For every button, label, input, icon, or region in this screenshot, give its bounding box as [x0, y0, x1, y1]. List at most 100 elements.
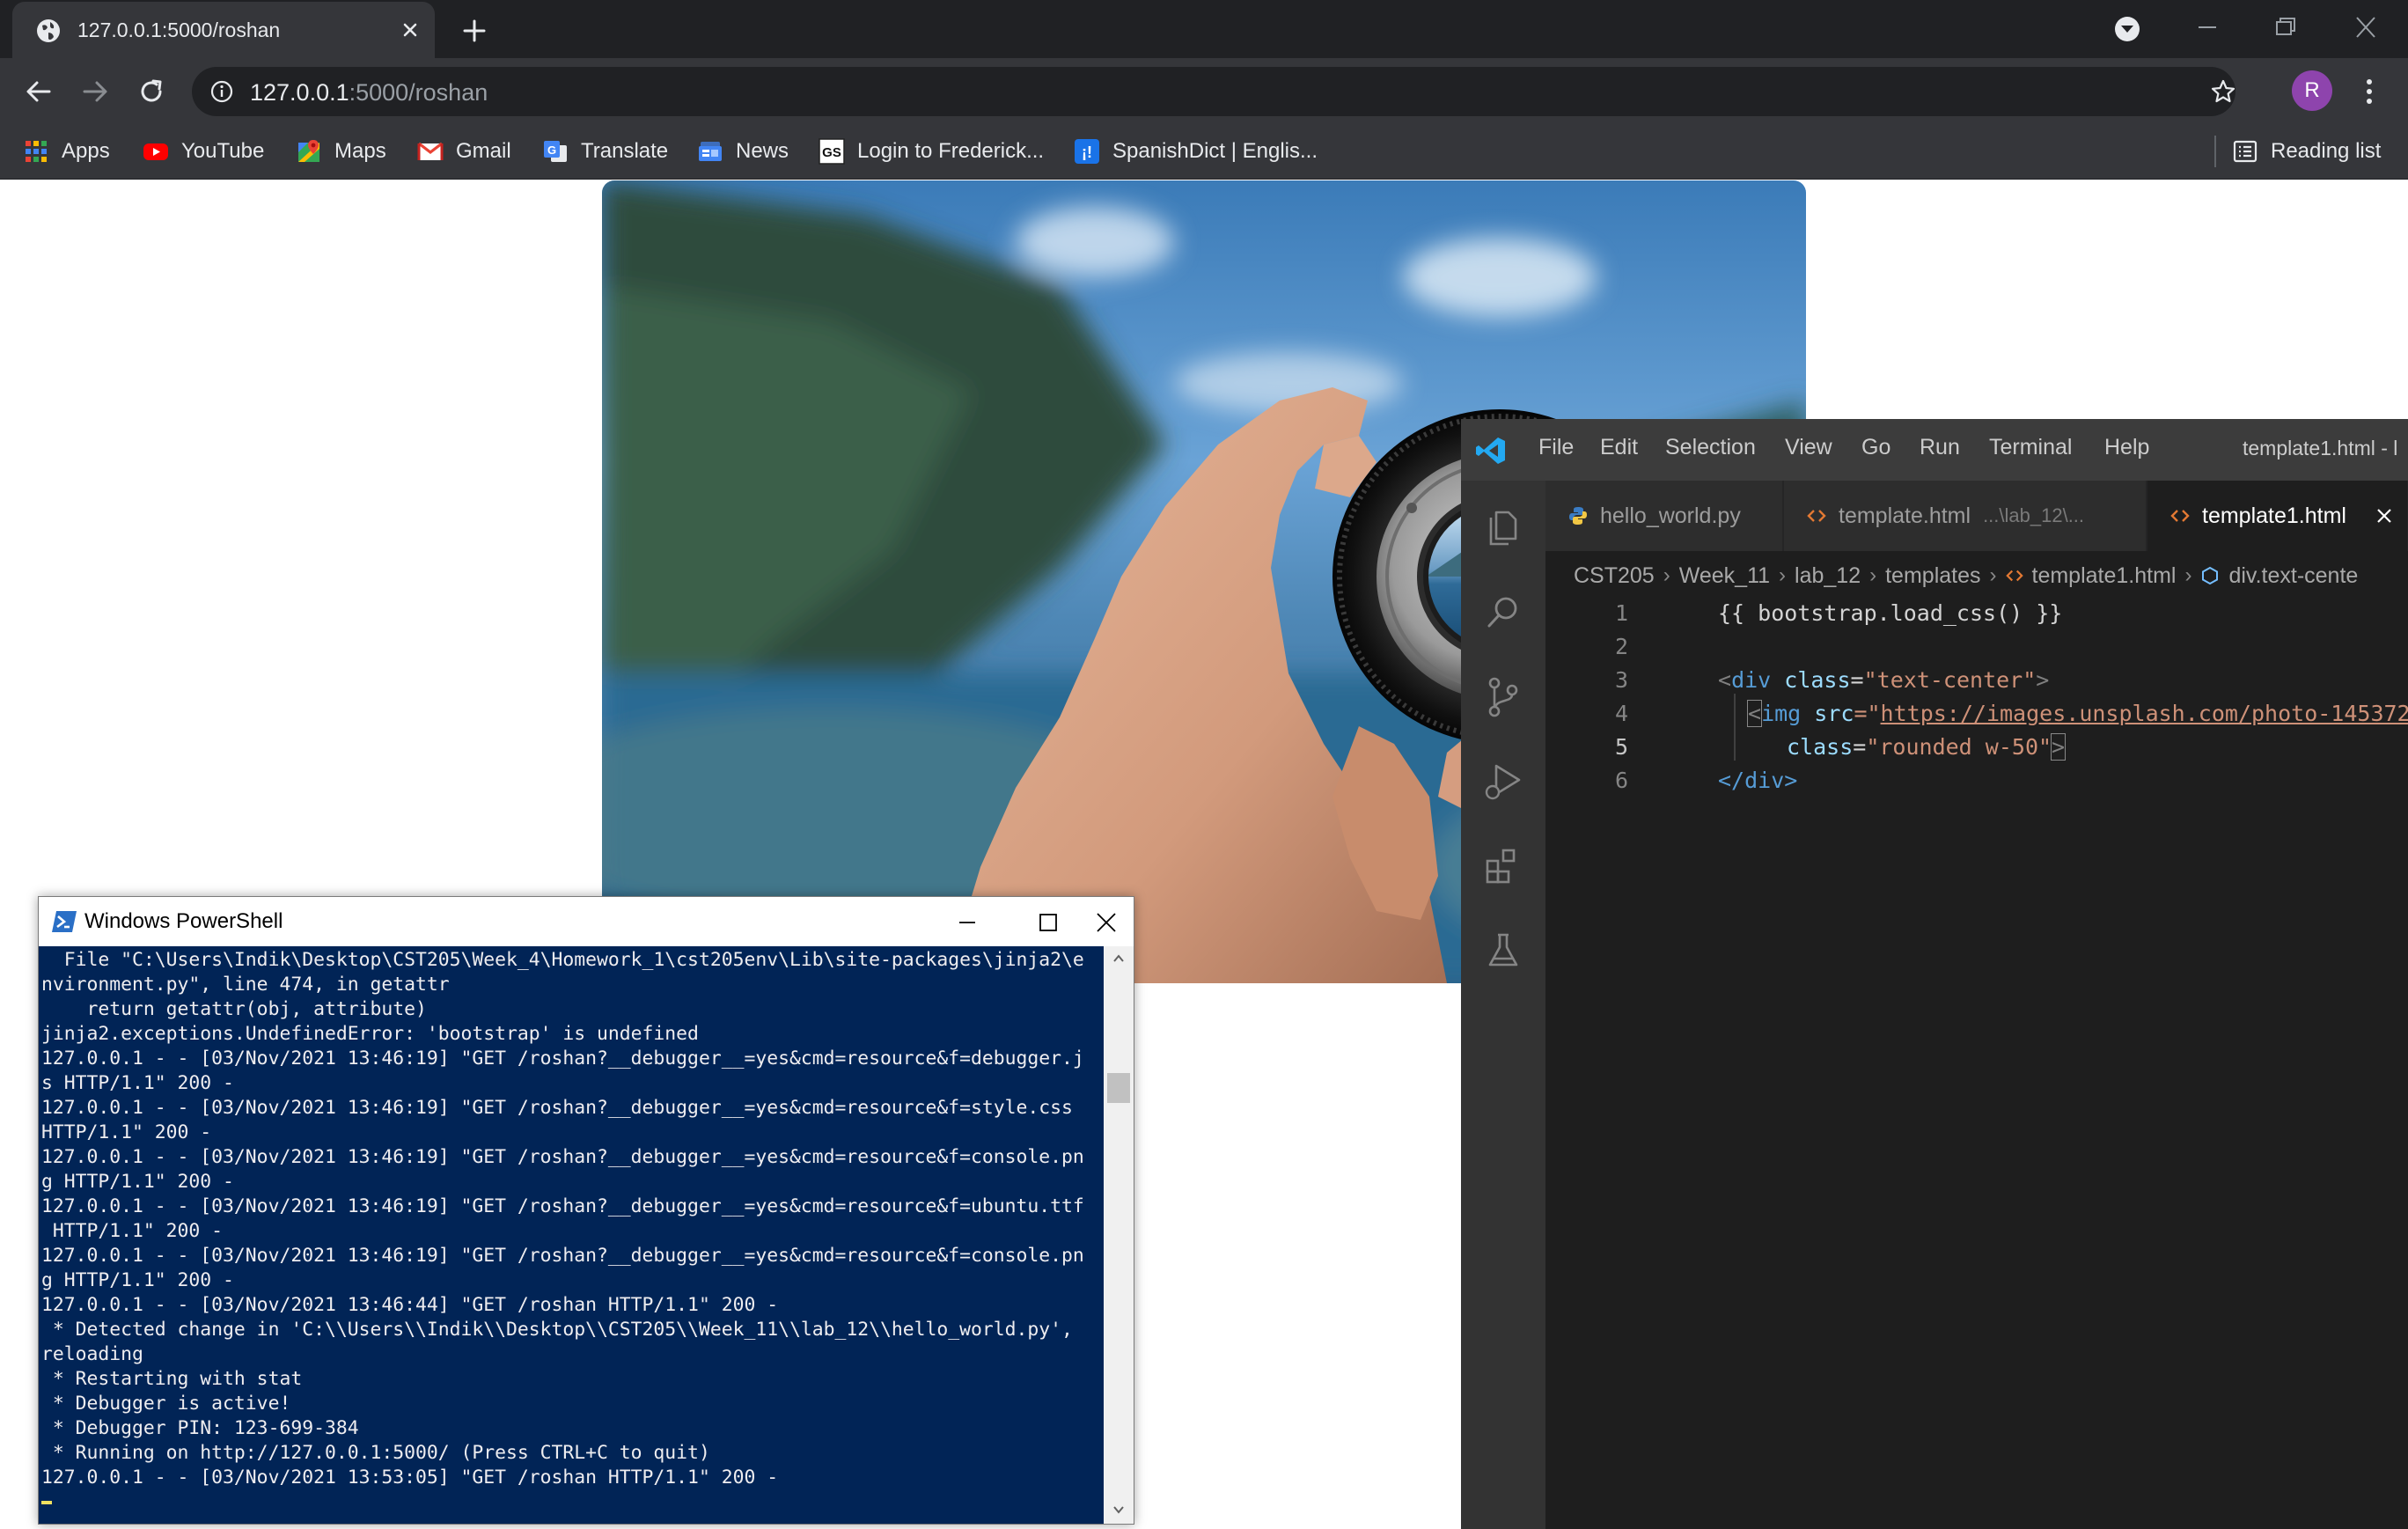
console-line: * Running on http://127.0.0.1:5000/ (Pre… [41, 1442, 710, 1464]
code-line-4: <img src="https://images.unsplash.com/ph… [1746, 700, 2408, 727]
bookmark-spanishdict[interactable]: ¡! SpanishDict | Englis... [1074, 136, 1318, 167]
news-icon [699, 142, 722, 161]
powershell-icon [52, 911, 77, 932]
vscode-logo-icon [1476, 437, 1505, 464]
breadcrumb-item[interactable]: templates [1885, 563, 1980, 589]
bookmark-youtube[interactable]: YouTube [143, 136, 264, 167]
minimize-window-icon[interactable] [952, 908, 982, 937]
bookmark-login-frederick[interactable]: GS Login to Frederick... [819, 136, 1044, 167]
scroll-up-arrow-icon[interactable] [1112, 952, 1126, 966]
line-number: 1 [1614, 600, 1628, 626]
breadcrumb-item[interactable]: Week_11 [1679, 563, 1770, 589]
url-text: 127.0.0.1:5000/roshan [250, 79, 488, 107]
menu-terminal[interactable]: Terminal [1989, 435, 2072, 460]
explorer-files-icon[interactable] [1480, 505, 1526, 551]
bookmark-label: Gmail [456, 139, 511, 163]
bookmark-news[interactable]: News [697, 136, 789, 167]
address-bar[interactable]: 127.0.0.1:5000/roshan [192, 67, 2235, 116]
site-info-icon[interactable] [209, 79, 234, 104]
reading-list-button[interactable]: Reading list [2232, 136, 2381, 167]
scrollbar-thumb[interactable] [1107, 1073, 1130, 1103]
menu-help[interactable]: Help [2104, 435, 2149, 460]
menu-run[interactable]: Run [1920, 435, 1960, 460]
powershell-title: Windows PowerShell [84, 909, 283, 933]
breadcrumb-item[interactable]: CST205 [1574, 563, 1655, 589]
tab-description: ...\lab_12\... [1983, 504, 2085, 526]
minimize-window-icon[interactable] [2190, 12, 2225, 42]
close-tab-icon[interactable] [398, 18, 422, 42]
back-arrow-icon[interactable] [21, 74, 56, 109]
scroll-down-arrow-icon[interactable] [1112, 1503, 1126, 1517]
maximize-window-icon[interactable] [1033, 908, 1063, 937]
bookmark-apps[interactable]: Apps [23, 136, 110, 167]
console-line: 127.0.0.1 - - [03/Nov/2021 13:46:44] "GE… [41, 1294, 779, 1316]
testing-flask-icon[interactable] [1480, 928, 1526, 974]
more-options-icon[interactable] [2359, 76, 2380, 107]
console-line: reloading [41, 1343, 143, 1365]
globe-icon [37, 19, 60, 42]
tab-template-html[interactable]: template.html ...\lab_12\... [1784, 481, 2147, 551]
bookmark-star-icon[interactable] [2209, 77, 2237, 106]
tab-hello-world-py[interactable]: hello_world.py [1545, 481, 1783, 551]
spanishdict-icon: ¡! [1075, 139, 1099, 164]
html-icon [2170, 510, 2190, 522]
source-control-icon[interactable] [1480, 674, 1526, 720]
tab-search-chevron-icon[interactable] [2112, 14, 2142, 44]
code-token: = [1853, 734, 1867, 760]
menu-edit[interactable]: Edit [1600, 435, 1638, 460]
vscode-window: File Edit Selection View Go Run Terminal… [1461, 419, 2408, 1529]
bookmark-label: Apps [62, 139, 110, 163]
browser-tab-active[interactable]: 127.0.0.1:5000/roshan [12, 2, 435, 58]
translate-icon: G [544, 141, 567, 162]
code-editor[interactable]: 1 2 3 4 5 6 {{ bootstrap.load_css() }} <… [1545, 600, 2408, 1529]
breadcrumb-item[interactable]: lab_12 [1795, 563, 1861, 589]
code-token: class [1787, 734, 1854, 760]
code-token: class [1784, 667, 1851, 693]
gmail-icon [417, 142, 444, 160]
code-token[interactable]: https://images.unsplash.com/photo-145372… [1881, 701, 2408, 726]
bookmark-label: Translate [581, 139, 669, 163]
console-line: nvironment.py", line 474, in getattr [41, 974, 450, 996]
menu-view[interactable]: View [1785, 435, 1832, 460]
vertical-scrollbar[interactable] [1104, 946, 1134, 1524]
code-token: > [2051, 733, 2067, 761]
reload-icon[interactable] [134, 74, 169, 109]
powershell-console-output[interactable]: File "C:\Users\Indik\Desktop\CST205\Week… [39, 946, 1104, 1524]
search-icon[interactable] [1480, 590, 1526, 636]
forward-arrow-icon[interactable] [77, 74, 113, 109]
console-line: g HTTP/1.1" 200 - [41, 1269, 234, 1291]
tab-label: hello_world.py [1600, 503, 1741, 528]
run-debug-icon[interactable] [1480, 759, 1526, 805]
code-line-5: class="rounded w-50"> [1787, 733, 2067, 761]
bookmark-gmail[interactable]: Gmail [417, 136, 511, 167]
menu-file[interactable]: File [1538, 435, 1574, 460]
bookmark-label: News [736, 139, 789, 163]
close-tab-icon[interactable] [2375, 506, 2394, 526]
extensions-icon[interactable] [1480, 843, 1526, 889]
restore-window-icon[interactable] [2267, 12, 2302, 42]
url-path: :5000/roshan [349, 79, 488, 106]
indent-guide [1734, 694, 1736, 761]
bookmark-maps[interactable]: Maps [296, 136, 386, 167]
console-line: 127.0.0.1 - - [03/Nov/2021 13:46:19] "GE… [41, 1048, 1084, 1070]
html-icon [1807, 510, 1826, 522]
menu-go[interactable]: Go [1861, 435, 1890, 460]
html-icon [2005, 570, 2023, 582]
breadcrumb-item[interactable]: template1.html [2032, 563, 2177, 589]
new-tab-plus-icon[interactable] [459, 16, 489, 46]
close-window-icon[interactable] [1091, 908, 1121, 937]
console-line: * Detected change in 'C:\\Users\\Indik\\… [41, 1319, 1073, 1341]
breadcrumb-item[interactable]: div.text-cente [2228, 563, 2358, 589]
menu-selection[interactable]: Selection [1665, 435, 1756, 460]
profile-avatar[interactable]: R [2292, 70, 2332, 111]
console-line: 127.0.0.1 - - [03/Nov/2021 13:46:19] "GE… [41, 1146, 1084, 1168]
youtube-icon [143, 143, 168, 160]
bookmark-translate[interactable]: G Translate [542, 136, 668, 167]
close-window-icon[interactable] [2348, 12, 2383, 42]
console-line: 127.0.0.1 - - [03/Nov/2021 13:53:05] "GE… [41, 1467, 779, 1489]
url-host: 127.0.0.1 [250, 79, 349, 106]
bookmark-label: Maps [334, 139, 386, 163]
breadcrumb-chevron-icon: › [2184, 563, 2192, 587]
console-line: jinja2.exceptions.UndefinedError: 'boots… [41, 1023, 699, 1045]
tab-template1-html[interactable]: template1.html [2147, 481, 2408, 551]
